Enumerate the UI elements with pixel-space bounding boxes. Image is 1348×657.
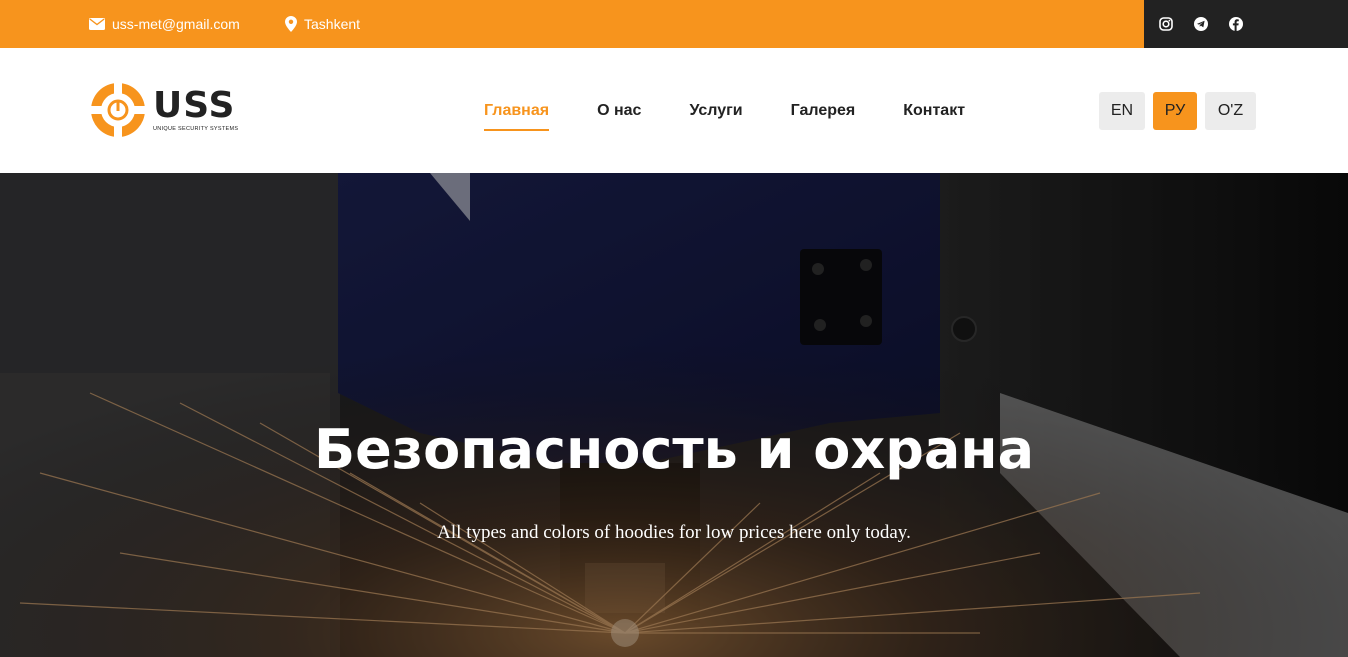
location-text: Tashkent [304,16,361,32]
hero-section: Безопасность и охрана All types and colo… [0,173,1348,657]
main-nav: Главная О нас Услуги Галерея Контакт [484,48,1013,173]
instagram-icon[interactable] [1159,17,1173,31]
logo-mark-icon [89,81,147,139]
lang-en-button[interactable]: EN [1099,92,1145,130]
lang-uz-button[interactable]: O'Z [1205,92,1256,130]
nav-item-gallery[interactable]: Галерея [791,101,856,121]
facebook-icon[interactable] [1229,17,1243,31]
nav-item-services[interactable]: Услуги [689,101,742,121]
nav-item-about[interactable]: О нас [597,101,641,121]
lang-ru-button[interactable]: РУ [1153,92,1197,130]
site-header: USS UNIQUE SECURITY SYSTEMS Главная О на… [0,48,1348,173]
email-contact[interactable]: uss-met@gmail.com [89,0,240,48]
logo-name: USS [153,85,236,126]
hero-title: Безопасность и охрана [313,418,1035,481]
hero-subtitle: All types and colors of hoodies for low … [437,522,911,543]
envelope-icon [89,18,105,30]
top-bar: uss-met@gmail.com Tashkent [0,0,1348,48]
location-contact: Tashkent [285,0,360,48]
nav-item-home[interactable]: Главная [484,101,550,131]
telegram-icon[interactable] [1194,17,1208,31]
social-links [1144,0,1348,48]
email-text: uss-met@gmail.com [112,16,240,32]
nav-item-contact[interactable]: Контакт [903,101,965,121]
logo[interactable]: USS UNIQUE SECURITY SYSTEMS [89,81,249,139]
logo-tagline: UNIQUE SECURITY SYSTEMS [153,126,239,132]
hero-overlay [0,173,1348,657]
map-pin-icon [285,16,297,32]
